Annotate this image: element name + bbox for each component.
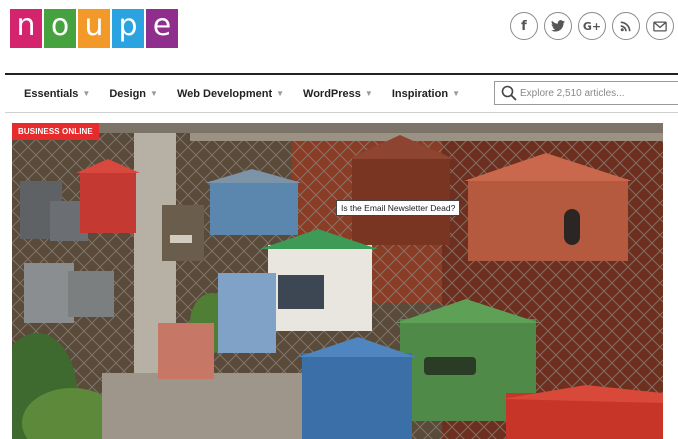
nav-item-label: Design bbox=[109, 87, 147, 100]
image-caption[interactable]: Is the Email Newsletter Dead? bbox=[336, 200, 461, 216]
logo-letter-n: n bbox=[10, 9, 42, 48]
rss-icon[interactable] bbox=[612, 12, 640, 40]
mailboxes-illustration bbox=[12, 123, 663, 439]
category-badge[interactable]: BUSINESS ONLINE bbox=[12, 123, 99, 140]
nav-item-label: Web Development bbox=[176, 87, 273, 100]
search-icon[interactable] bbox=[501, 85, 517, 101]
nav-item-web-development[interactable]: Web Development ▼ bbox=[177, 88, 284, 100]
search-box[interactable] bbox=[494, 81, 678, 105]
mail-icon[interactable] bbox=[646, 12, 674, 40]
nav-item-label: Essentials bbox=[24, 87, 79, 100]
nav-item-inspiration[interactable]: Inspiration ▼ bbox=[392, 88, 460, 100]
site-logo[interactable]: n o u p e bbox=[10, 9, 178, 48]
chevron-down-icon: ▼ bbox=[452, 89, 460, 98]
nav-item-design[interactable]: Design ▼ bbox=[109, 88, 158, 100]
hero-image[interactable] bbox=[12, 123, 663, 439]
nav-item-wordpress[interactable]: WordPress ▼ bbox=[303, 88, 373, 100]
facebook-icon[interactable]: f bbox=[510, 12, 538, 40]
chevron-down-icon: ▼ bbox=[276, 89, 285, 98]
logo-letter-e: e bbox=[146, 9, 178, 48]
chevron-down-icon: ▼ bbox=[150, 89, 158, 98]
main-nav: Essentials ▼ Design ▼ Web Development ▼ Wor… bbox=[5, 73, 678, 113]
logo-letter-u: u bbox=[78, 9, 110, 48]
nav-item-essentials[interactable]: Essentials ▼ bbox=[24, 88, 90, 100]
nav-item-label: WordPress bbox=[303, 87, 361, 100]
twitter-icon[interactable] bbox=[544, 12, 572, 40]
chevron-down-icon: ▼ bbox=[364, 89, 373, 98]
chevron-down-icon: ▼ bbox=[82, 89, 91, 98]
nav-item-label: Inspiration bbox=[391, 87, 449, 100]
social-links: f G+ bbox=[510, 12, 674, 40]
logo-letter-p: p bbox=[112, 9, 144, 48]
search-input[interactable] bbox=[520, 87, 670, 99]
googleplus-icon[interactable]: G+ bbox=[578, 12, 606, 40]
logo-letter-o: o bbox=[44, 9, 76, 48]
